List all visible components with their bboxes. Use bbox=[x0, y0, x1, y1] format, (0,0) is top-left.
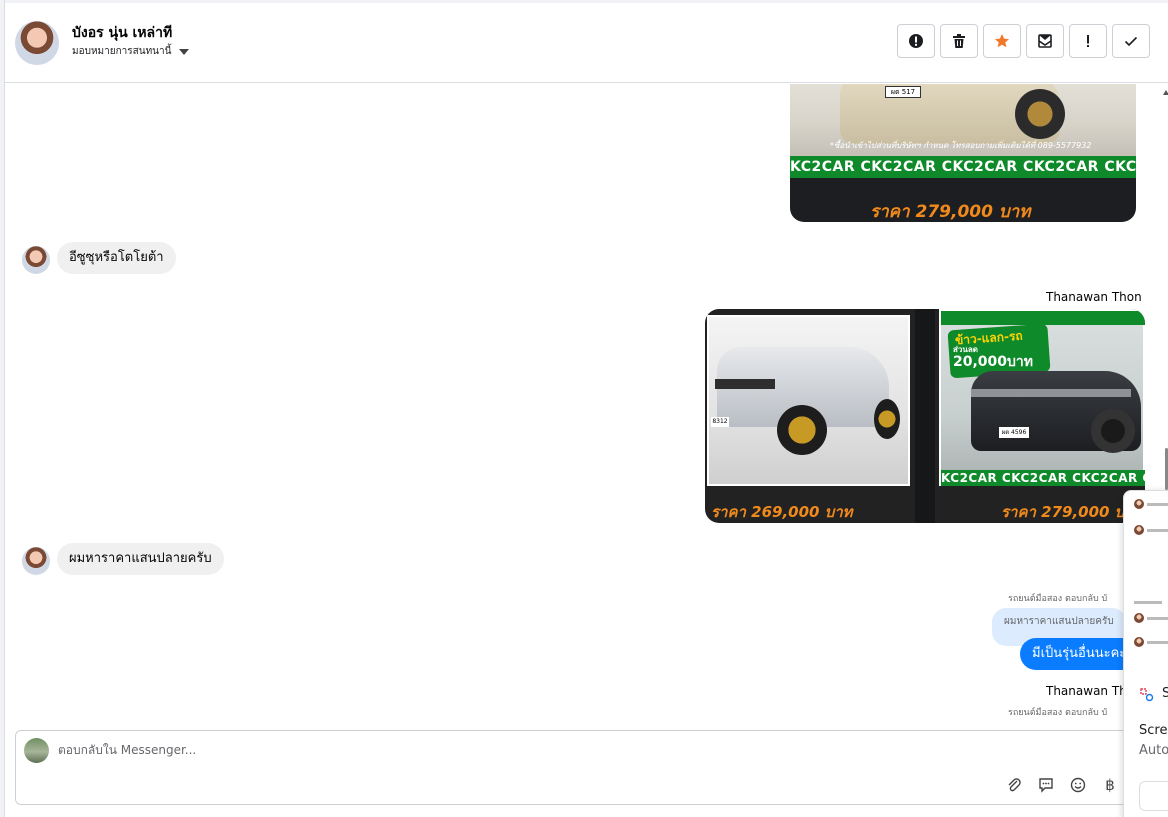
car-price: ราคา 279,000 บาท bbox=[870, 202, 1031, 222]
overlay-row bbox=[1134, 601, 1162, 604]
brand-ribbon: KC2CAR CKC2CAR CKC2CAR CKC2CAR CKC2 bbox=[790, 156, 1136, 178]
reply-input[interactable] bbox=[58, 743, 958, 757]
notification-overlay[interactable]: S Scree Auto bbox=[1123, 490, 1168, 817]
follow-up-button[interactable] bbox=[1069, 24, 1107, 58]
spam-button[interactable] bbox=[897, 24, 935, 58]
paperclip-icon[interactable] bbox=[1005, 776, 1023, 794]
car-photo-right: ข้าว-แลก-รถ ส่วนลด 20,000บาท ผต 4596 bbox=[939, 309, 1145, 486]
sender-name: Thanawan Thon bbox=[1046, 290, 1142, 304]
exclamation-icon bbox=[1087, 35, 1089, 47]
conversation-header: บังอร นุ่น เหล่าที มอบหมายการสนทนานี้ bbox=[5, 3, 1168, 83]
overlay-row bbox=[1134, 525, 1168, 535]
license-plate: ผต 4596 bbox=[999, 427, 1029, 438]
contact-avatar[interactable] bbox=[15, 21, 59, 65]
sender-name: Thanawan Tho bbox=[1046, 684, 1135, 698]
reply-note: รถยนต์มือสอง ตอบกลับ บั bbox=[1008, 594, 1108, 604]
composer-tools: ฿ bbox=[1005, 776, 1119, 794]
license-plate: 8312 bbox=[711, 417, 729, 427]
emoji-icon[interactable] bbox=[1069, 776, 1087, 794]
car-image-message[interactable]: ผต 517 *ซื้อนำเข้าไปส่วนที่บริษัทฯ กำหนด… bbox=[790, 84, 1136, 222]
overlay-line: Auto bbox=[1139, 743, 1168, 758]
scroll-up-arrow-icon[interactable] bbox=[1163, 90, 1168, 95]
saved-reply-icon[interactable] bbox=[1037, 776, 1055, 794]
assign-label: มอบหมายการสนทนานี้ bbox=[72, 46, 172, 57]
caret-down-icon bbox=[179, 48, 190, 55]
delete-button[interactable] bbox=[940, 24, 978, 58]
alert-circle-icon bbox=[909, 34, 923, 48]
car-price-left: ราคา 269,000 บาท bbox=[711, 503, 853, 521]
overlay-button[interactable] bbox=[1139, 781, 1168, 811]
mark-unread-button[interactable] bbox=[1026, 24, 1064, 58]
conversation-toolbar bbox=[897, 24, 1150, 58]
overlay-line: Scree bbox=[1139, 723, 1168, 738]
page-avatar bbox=[24, 738, 49, 763]
assign-conversation-dropdown[interactable]: มอบหมายการสนทนานี้ bbox=[72, 44, 190, 59]
message-thread[interactable]: ผต 517 *ซื้อนำเข้าไปส่วนที่บริษัทฯ กำหนด… bbox=[5, 84, 1168, 726]
star-button[interactable] bbox=[983, 24, 1021, 58]
car-price-right: ราคา 279,000 บาท bbox=[1001, 503, 1143, 521]
car-images-message[interactable]: 8312 ราคา 269,000 บาท ข้าว-แลก-รถ ส่วนลด… bbox=[705, 309, 1145, 523]
message-composer: ฿ bbox=[15, 730, 1160, 805]
overlay-app-initial: S bbox=[1162, 686, 1168, 701]
promo-amount: 20,000บาท bbox=[953, 354, 1034, 370]
outgoing-message[interactable]: มีเป็นรุ่นอื่นนะคะ bbox=[1020, 638, 1139, 670]
app-logo-icon bbox=[1140, 687, 1154, 702]
contact-avatar-small bbox=[22, 547, 50, 575]
contact-avatar-small bbox=[22, 246, 50, 274]
ad-slogan: *ซื้อนำเข้าไปส่วนที่บริษัทฯ กำหนด โทรสอบ… bbox=[830, 141, 1092, 150]
trash-icon bbox=[953, 34, 965, 48]
image-gap bbox=[915, 309, 935, 523]
contact-name[interactable]: บังอร นุ่น เหล่าที bbox=[72, 22, 172, 44]
overlay-row bbox=[1134, 613, 1168, 623]
check-icon bbox=[1124, 36, 1138, 47]
mark-unread-icon bbox=[1038, 34, 1052, 48]
mark-done-button[interactable] bbox=[1112, 24, 1150, 58]
incoming-message[interactable]: อีซูซุหรือโตโยต้า bbox=[57, 242, 176, 274]
baht-icon[interactable]: ฿ bbox=[1101, 776, 1119, 794]
incoming-message[interactable]: ผมหาราคาแสนปลายครับ bbox=[57, 543, 224, 575]
license-plate: ผต 517 bbox=[885, 86, 921, 98]
overlay-row bbox=[1134, 499, 1168, 509]
overlay-row bbox=[1134, 637, 1168, 647]
car-photo-left: 8312 bbox=[707, 315, 910, 486]
reply-note: รถยนต์มือสอง ตอบกลับ บั bbox=[1008, 708, 1108, 718]
brand-ribbon: KC2CAR CKC2CAR CKC2CAR CKC2 bbox=[941, 470, 1145, 486]
star-icon bbox=[995, 34, 1009, 48]
